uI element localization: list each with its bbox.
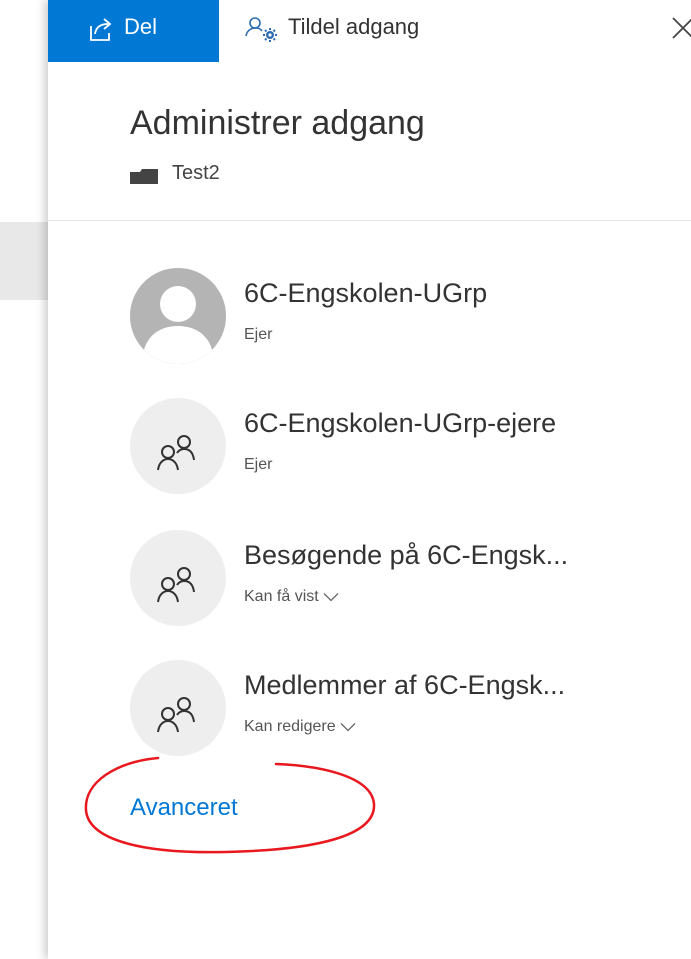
share-button-label: Del [124,14,158,39]
close-icon [672,17,691,39]
share-icon [90,18,112,41]
access-entry[interactable]: 6C-Engskolen-UGrp-ejere Ejer [130,398,670,496]
grant-access-label: Tildel adgang [288,14,420,39]
grant-access-icon [245,17,277,42]
advanced-link[interactable]: Avanceret [130,794,238,822]
person-avatar-icon [130,268,226,364]
entry-role: Ejer [244,456,272,474]
item-name: Test2 [172,162,220,184]
close-button[interactable] [665,10,691,46]
entry-role-label: Ejer [244,456,273,473]
chevron-down-icon [323,593,339,602]
background-band [0,222,48,300]
grant-access-button[interactable]: Tildel adgang [244,0,419,62]
header-divider [48,220,691,221]
access-entry[interactable]: Besøgende på 6C-Engsk... Kan få vist [130,530,670,628]
entry-name: Medlemmer af 6C-Engsk... [244,670,566,700]
item-breadcrumb: Test2 [130,162,220,185]
chevron-down-icon [340,723,356,732]
group-icon [130,398,226,494]
manage-access-panel: Del Tildel adgang Administrer adgang Tes… [48,0,691,959]
background-page [0,0,48,959]
folder-icon [130,168,158,184]
share-button[interactable]: Del [48,0,219,62]
entry-name: 6C-Engskolen-UGrp-ejere [244,408,557,438]
entry-name: 6C-Engskolen-UGrp [244,278,488,308]
group-icon [130,530,226,626]
entry-role-label: Ejer [244,326,273,343]
page-title: Administrer adgang [130,104,425,142]
permission-dropdown[interactable]: Kan redigere [244,718,356,736]
access-entry[interactable]: Medlemmer af 6C-Engsk... Kan redigere [130,660,670,758]
entry-role: Ejer [244,326,272,344]
entry-name: Besøgende på 6C-Engsk... [244,540,569,570]
command-bar: Del Tildel adgang [48,0,691,62]
page: Del Tildel adgang Administrer adgang Tes… [0,0,691,959]
permission-dropdown[interactable]: Kan få vist [244,588,339,606]
group-icon [130,660,226,756]
access-entry[interactable]: 6C-Engskolen-UGrp Ejer [130,268,670,366]
entry-role-label: Kan få vist [244,588,319,605]
entry-role-label: Kan redigere [244,718,336,735]
